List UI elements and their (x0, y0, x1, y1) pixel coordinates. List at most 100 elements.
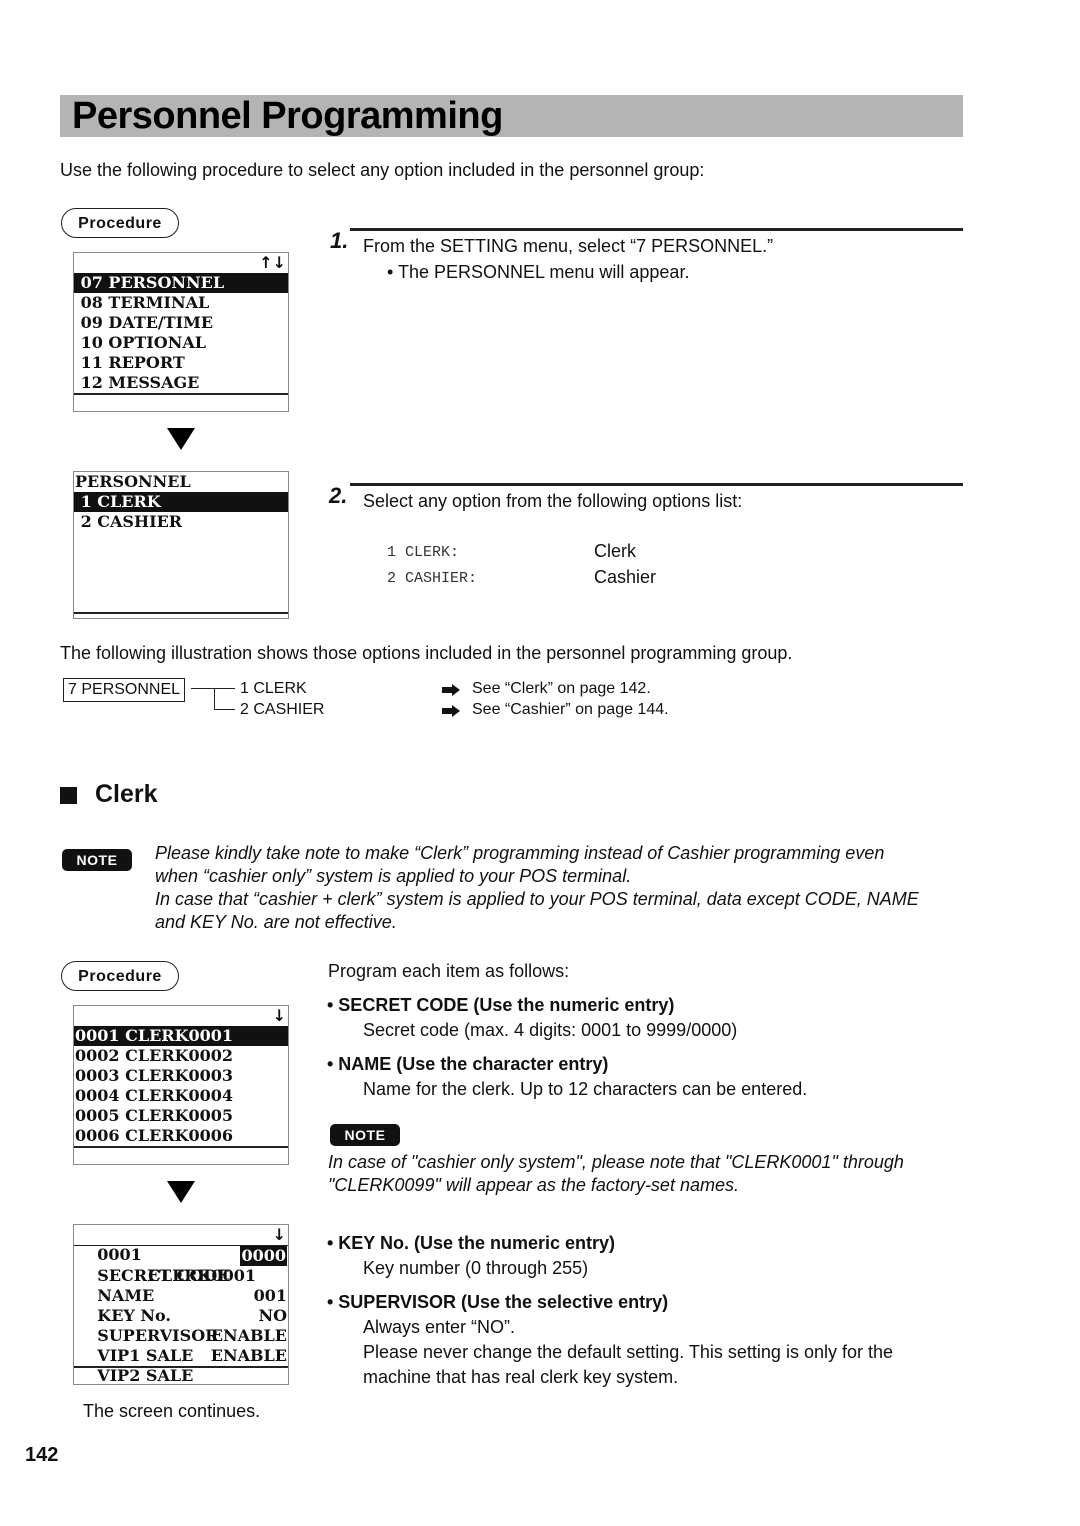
down-triangle-icon (167, 1181, 195, 1203)
tree-connector (214, 688, 215, 710)
desc-line: Please never change the default setting.… (363, 1342, 893, 1362)
tree-connector (214, 709, 235, 710)
note-badge: NOTE (330, 1124, 400, 1146)
lcd-row-selected[interactable]: 07 PERSONNEL (74, 273, 288, 293)
item-description: Key number (0 through 255) (363, 1258, 589, 1278)
lcd-row[interactable]: 0006 CLERK0006 (74, 1126, 288, 1146)
step-text: Select any option from the following opt… (363, 491, 743, 511)
lcd-row[interactable]: 09 DATE/TIME (74, 313, 288, 333)
step-subtext: • The PERSONNEL menu will appear. (387, 262, 690, 282)
lcd-header: CLERK ↓ (74, 1006, 288, 1045)
section-title: Clerk (95, 780, 158, 808)
note-text: Please kindly take note to make “Clerk” … (155, 842, 975, 934)
lcd-header: PERSONNEL (75, 472, 191, 491)
intro-text: Use the following procedure to select an… (60, 160, 705, 180)
item-description: Name for the clerk. Up to 12 characters … (363, 1079, 808, 1099)
lcd-header: SETTING ↑↓ (74, 253, 288, 292)
note-line: Please kindly take note to make “Clerk” … (155, 843, 885, 863)
lcd-row-empty (74, 572, 288, 592)
lcd-row[interactable]: 0002 CLERK0002 (74, 1046, 288, 1066)
note-line: when “cashier only” system is applied to… (155, 866, 632, 886)
lcd-field-name[interactable]: NAME CLERK0001 (74, 1266, 288, 1305)
lcd-setting-screen: SETTING ↑↓ 07 PERSONNEL 08 TERMINAL 09 D… (73, 252, 289, 412)
field-value: CLERK0001 (148, 1266, 256, 1285)
lcd-footer (74, 612, 288, 618)
lcd-row[interactable]: 08 TERMINAL (74, 293, 288, 313)
lcd-row-selected[interactable]: 0001 CLERK0001 (74, 1026, 288, 1046)
section-square-icon (60, 787, 77, 804)
item-heading: • KEY No. (Use the numeric entry) (327, 1233, 616, 1253)
tree-connector (191, 688, 235, 689)
note-line: "CLERK0099" will appear as the factory-s… (328, 1175, 739, 1195)
tree-child: 2 CASHIER (240, 701, 325, 718)
lcd-field-vip1-sale[interactable]: VIP1 SALE ENABLE (74, 1326, 288, 1365)
step-number: 1. (330, 228, 349, 253)
item-heading: • NAME (Use the character entry) (327, 1054, 609, 1074)
lcd-header: 0001 ↓ (74, 1225, 288, 1264)
field-label: VIP2 SALE (97, 1366, 194, 1385)
lcd-footer (74, 1146, 288, 1164)
item-description: Secret code (max. 4 digits: 0001 to 9999… (363, 1020, 738, 1040)
lcd-row[interactable]: 0003 CLERK0003 (74, 1066, 288, 1086)
lcd-row[interactable]: 2 CASHIER (74, 512, 288, 532)
note-badge: NOTE (62, 849, 132, 871)
desc-line: Always enter “NO”. (363, 1317, 516, 1337)
option-code: 1 CLERK: (387, 544, 460, 561)
down-arrow-icon: ↓ (272, 1006, 286, 1025)
lcd-row-empty (74, 532, 288, 552)
lcd-field-secret-code[interactable]: SECRET CODE 0000 (74, 1246, 288, 1285)
note-line: In case that “cashier + clerk” system is… (155, 889, 919, 909)
field-value-cursor[interactable]: 0000 (240, 1246, 287, 1266)
option-code: 2 CASHIER: (387, 570, 478, 587)
desc-line: machine that has real clerk key system. (363, 1367, 679, 1387)
program-intro: Program each item as follows: (328, 961, 570, 981)
lcd-field-key-no[interactable]: KEY No. 001 (74, 1286, 288, 1325)
title-bar: Personnel Programming (60, 95, 963, 137)
right-arrow-icon (442, 705, 460, 717)
lcd-footer (74, 393, 288, 411)
step-text: From the SETTING menu, select “7 PERSONN… (363, 236, 774, 256)
item-heading: • SUPERVISOR (Use the selective entry) (327, 1292, 669, 1312)
up-down-arrows-icon: ↑↓ (259, 253, 286, 272)
item-heading: • SECRET CODE (Use the numeric entry) (327, 995, 675, 1015)
down-arrow-icon: ↓ (272, 1225, 286, 1244)
procedure-label: Procedure (61, 961, 179, 991)
lcd-personnel-screen: PERSONNEL 1 CLERK 2 CASHIER (73, 471, 289, 619)
lcd-row-empty (74, 592, 288, 612)
lcd-row-selected[interactable]: 1 CLERK (74, 492, 288, 512)
lcd-field-supervisor[interactable]: SUPERVISOR NO (74, 1306, 288, 1345)
lcd-row[interactable]: 10 OPTIONAL (74, 333, 288, 353)
page-reference-link[interactable]: See “Cashier” on page 144. (472, 701, 669, 719)
lcd-field-vip2-sale[interactable]: VIP2 SALE ENABLE (74, 1346, 288, 1385)
inner-note-text: In case of "cashier only system", please… (328, 1151, 958, 1197)
option-label: Cashier (594, 567, 657, 587)
option-label: Clerk (594, 541, 637, 561)
step-number: 2. (329, 483, 348, 508)
field-value: ENABLE (210, 1346, 287, 1365)
note-line: and KEY No. are not effective. (155, 912, 397, 932)
tree-intro: The following illustration shows those o… (60, 643, 793, 663)
lcd-row[interactable]: 12 MESSAGE (74, 373, 288, 393)
tree-root-box: 7 PERSONNEL (63, 678, 186, 702)
page-number: 142 (25, 1444, 59, 1466)
field-value: ENABLE (210, 1326, 287, 1345)
note-line: In case of "cashier only system", please… (328, 1152, 904, 1172)
screen-caption: The screen continues. (83, 1401, 261, 1421)
procedure-label: Procedure (61, 208, 179, 238)
page-title: Personnel Programming (72, 95, 503, 137)
lcd-row-empty (74, 552, 288, 572)
page-reference-link[interactable]: See “Clerk” on page 142. (472, 680, 651, 698)
lcd-row[interactable]: 0005 CLERK0005 (74, 1106, 288, 1126)
field-value: NO (258, 1306, 287, 1325)
right-arrow-icon (442, 684, 460, 696)
step-divider (350, 483, 963, 486)
lcd-row[interactable]: 11 REPORT (74, 353, 288, 373)
lcd-clerk-detail-screen: 0001 ↓ SECRET CODE 0000 NAME CLERK0001 K… (73, 1224, 289, 1385)
lcd-clerk-list-screen: CLERK ↓ 0001 CLERK0001 0002 CLERK0002 00… (73, 1005, 289, 1165)
field-value: 001 (253, 1286, 287, 1305)
step-divider (350, 228, 963, 231)
down-triangle-icon (167, 428, 195, 450)
lcd-row[interactable]: 0004 CLERK0004 (74, 1086, 288, 1106)
tree-child: 1 CLERK (240, 680, 307, 697)
item-description: Always enter “NO”. Please never change t… (363, 1315, 963, 1390)
